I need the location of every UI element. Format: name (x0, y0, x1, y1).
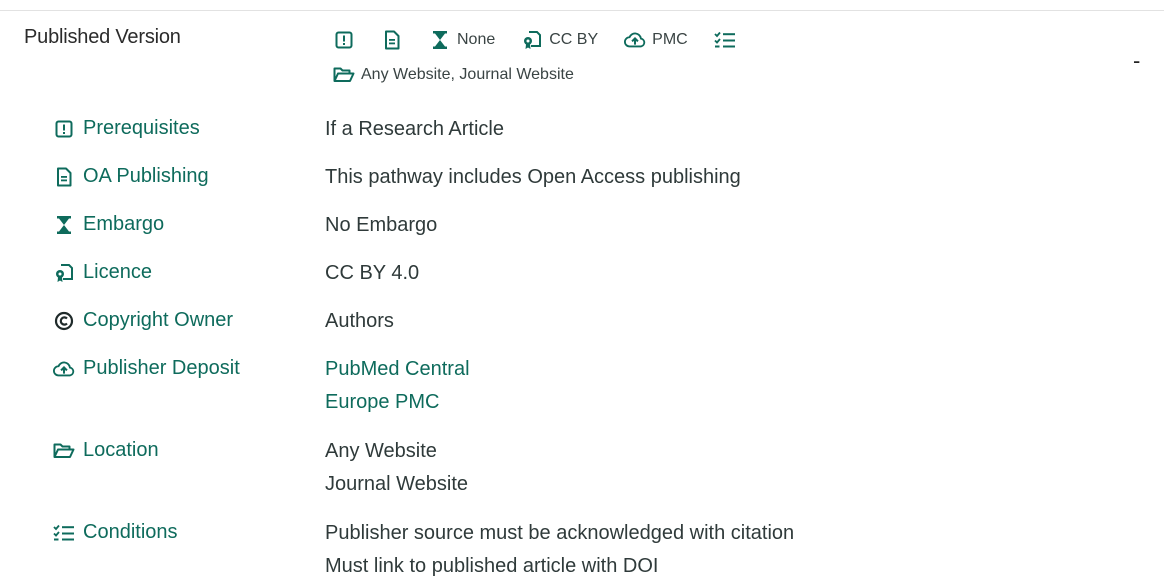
row-label-text: OA Publishing (83, 165, 209, 187)
hourglass-icon (53, 214, 75, 236)
row-label-conditions: Conditions (53, 521, 178, 544)
licence-icon (521, 29, 543, 51)
licence-icon (53, 262, 75, 284)
row-label-location: Location (53, 439, 159, 462)
cloud-upload-icon (624, 29, 646, 51)
summary-prerequisites (333, 29, 355, 51)
summary-location-text: Any Website, Journal Website (361, 66, 574, 83)
summary-oa-publishing (381, 29, 403, 51)
row-value: No Embargo (325, 209, 437, 242)
summary-licence-text: CC BY (549, 31, 599, 48)
row-label-licence: Licence (53, 261, 152, 284)
value-line: No Embargo (325, 214, 438, 236)
summary-deposit-text: PMC (652, 31, 688, 48)
summary-embargo: None (429, 29, 495, 51)
summary-licence: CC BY (521, 29, 598, 51)
row-label-prerequisites: Prerequisites (53, 117, 200, 140)
summary-deposit: PMC (624, 29, 688, 51)
copyright-icon (53, 310, 75, 332)
summary-embargo-text: None (457, 31, 496, 48)
value-line: Authors (325, 310, 394, 332)
row-value: Authors (325, 305, 394, 338)
checklist-icon (714, 29, 736, 51)
row-value: Any Website Journal Website (325, 435, 468, 501)
section-title: Published Version (24, 26, 181, 48)
document-icon (53, 166, 75, 188)
link-europe-pmc[interactable]: Europe PMC (325, 386, 470, 419)
row-label-embargo: Embargo (53, 213, 164, 236)
hourglass-icon (429, 29, 451, 51)
row-label-text: Publisher Deposit (83, 357, 240, 379)
row-label-publisher-deposit: Publisher Deposit (53, 357, 240, 380)
folder-open-icon (333, 64, 355, 86)
row-label-text: Conditions (83, 521, 178, 543)
document-icon (381, 29, 403, 51)
row-value: CC BY 4.0 (325, 257, 419, 290)
value-line: This pathway includes Open Access publis… (325, 166, 741, 188)
row-value: PubMed Central Europe PMC (325, 353, 470, 419)
value-line: CC BY 4.0 (325, 262, 420, 284)
summary-conditions (714, 29, 736, 51)
alert-square-icon (53, 118, 75, 140)
row-label-oa-publishing: OA Publishing (53, 165, 209, 188)
row-value: If a Research Article (325, 113, 504, 146)
value-line: Must link to published article with DOI (325, 555, 659, 577)
row-label-text: Licence (83, 261, 152, 283)
summary-location: Any Website, Journal Website (333, 64, 574, 86)
row-value: Publisher source must be acknowledged wi… (325, 517, 794, 583)
collapse-toggle[interactable]: - (1133, 48, 1140, 74)
alert-square-icon (333, 29, 355, 51)
summary-icons: None CC BY PMC Any Website, Journal Webs… (333, 27, 762, 88)
row-label-text: Location (83, 439, 159, 461)
cloud-upload-icon (53, 358, 75, 380)
checklist-icon (53, 522, 75, 544)
link-pubmed-central[interactable]: PubMed Central (325, 353, 470, 386)
value-line: Any Website (325, 440, 437, 462)
value-line: If a Research Article (325, 118, 504, 140)
row-label-text: Prerequisites (83, 117, 200, 139)
folder-open-icon (53, 440, 75, 462)
value-line: Publisher source must be acknowledged wi… (325, 522, 795, 544)
top-divider (0, 10, 1164, 11)
row-value: This pathway includes Open Access publis… (325, 161, 741, 194)
row-label-copyright-owner: Copyright Owner (53, 309, 233, 332)
value-line: Journal Website (325, 473, 469, 495)
row-label-text: Copyright Owner (83, 309, 234, 331)
row-label-text: Embargo (83, 213, 165, 235)
